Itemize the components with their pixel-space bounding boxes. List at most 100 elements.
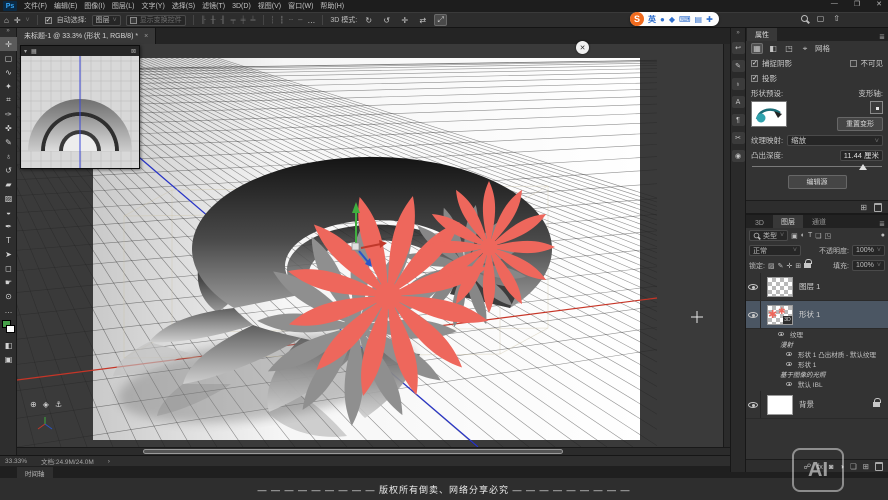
tab-layers[interactable]: 图层 [773, 215, 803, 228]
align-top-icon[interactable]: ╤ [231, 17, 236, 24]
lock-transparent-icon[interactable]: ▨ [768, 262, 775, 270]
blur-tool[interactable]: ◒ [0, 205, 17, 219]
visibility-eye-icon[interactable] [748, 402, 758, 408]
ime-mode-icon[interactable]: ● [660, 15, 665, 24]
link-layers-icon[interactable]: ☍ [803, 462, 811, 471]
history-brush-tool[interactable]: ↺ [0, 163, 17, 177]
snapshot-icon[interactable]: ✂ [732, 132, 745, 144]
toolbar-collapse-icon[interactable]: » [0, 28, 16, 37]
extrusion-depth-slider[interactable] [752, 163, 882, 171]
coordinates-icon[interactable]: ⌖ [799, 43, 811, 54]
panel-menu-icon[interactable]: ≣ [879, 33, 888, 41]
tab-close-icon[interactable]: × [144, 33, 148, 40]
distribute-gap-icon[interactable]: ┄ [289, 16, 293, 24]
align-right-icon[interactable]: ╢ [221, 17, 226, 24]
texture-item-row[interactable]: 形状 1 [746, 359, 888, 369]
visibility-eye-icon[interactable] [748, 284, 758, 290]
vertical-scrollbar[interactable] [723, 44, 730, 447]
visibility-eye-icon[interactable] [786, 352, 792, 356]
eraser-tool[interactable]: ▰ [0, 177, 17, 191]
align-bottom-icon[interactable]: ╧ [251, 17, 256, 24]
tab-properties[interactable]: 属性 [747, 28, 777, 41]
brush-settings-icon[interactable]: ✎ [732, 60, 745, 72]
deform-axis-widget[interactable] [870, 101, 883, 114]
transform-controls-checkbox[interactable] [130, 17, 137, 24]
align-center-icon[interactable]: ╫ [211, 17, 216, 24]
visibility-eye-icon[interactable] [748, 312, 758, 318]
clone-stamp-tool[interactable]: ♁ [0, 149, 17, 163]
canvas-viewport[interactable]: ▾ ▦ ⊠ [17, 44, 730, 455]
texture-item-row[interactable]: 形状 1 凸出材质 - 默认纹理 [746, 349, 888, 359]
adjustment-layer-icon[interactable]: ◑ [839, 462, 844, 471]
quick-selection-tool[interactable]: ✦ [0, 79, 17, 93]
visibility-eye-icon[interactable] [786, 382, 792, 386]
invisible-checkbox[interactable] [850, 60, 857, 67]
reset-deform-button[interactable]: 重置变形 [837, 117, 883, 131]
layer-thumbnail-3d[interactable]: ✱ ✱ 3D [767, 305, 793, 325]
opacity-dropdown[interactable]: 100%˅ [852, 245, 885, 256]
path-selection-tool[interactable]: ➤ [0, 247, 17, 261]
menu-3d[interactable]: 3D(D) [232, 3, 251, 10]
secondary-view-panel[interactable]: ▾ ▦ ⊠ [20, 45, 140, 169]
ime-toolbox-icon[interactable]: ✚ [706, 15, 713, 24]
3d-pan-icon[interactable]: ✛ [398, 14, 411, 26]
align-left-icon[interactable]: ╟ [201, 17, 206, 24]
search-icon[interactable] [801, 15, 808, 22]
hand-tool[interactable]: ☛ [0, 275, 17, 289]
character-panel-icon[interactable]: A [732, 96, 745, 108]
lock-position-icon[interactable]: ✛ [786, 262, 792, 270]
lock-pixels-icon[interactable]: ✎ [778, 262, 784, 270]
cap-icon[interactable]: ◳ [783, 43, 795, 54]
minimize-button[interactable]: — [831, 0, 838, 8]
tool-preset-caret-icon[interactable]: ˅ [26, 17, 30, 24]
screen-mode-button[interactable]: ▣ [0, 352, 17, 366]
menu-file[interactable]: 文件(F) [24, 1, 47, 11]
mesh-icon[interactable]: ▦ [751, 43, 763, 54]
crop-tool[interactable]: ⌗ [0, 93, 17, 107]
visibility-eye-icon[interactable] [786, 362, 792, 366]
move-tool-icon[interactable]: ✛ [14, 16, 21, 25]
tab-timeline[interactable]: 时间轴 [17, 467, 53, 478]
ime-skin-icon[interactable]: ▤ [695, 15, 703, 24]
layer-row[interactable]: 图层 1 [746, 273, 888, 301]
grid-toggle-icon[interactable]: ▦ [31, 48, 37, 55]
menu-view[interactable]: 视图(V) [258, 1, 281, 11]
menu-select[interactable]: 选择(S) [172, 1, 195, 11]
grid-view-icon[interactable]: ⊞ [860, 203, 867, 212]
overlay-close-icon[interactable]: ✕ [576, 41, 589, 54]
close-button[interactable]: ✕ [876, 0, 882, 8]
menu-image[interactable]: 图像(I) [84, 1, 105, 11]
ibl-item-row[interactable]: 默认 IBL [746, 379, 888, 389]
menu-window[interactable]: 窗口(W) [288, 1, 313, 11]
ime-keyboard-icon[interactable]: ⌨ [679, 15, 691, 24]
swap-view-icon[interactable]: ⊠ [131, 48, 136, 55]
auto-select-checkbox[interactable] [45, 17, 52, 24]
menu-help[interactable]: 帮助(H) [320, 1, 344, 11]
menu-edit[interactable]: 编辑(E) [54, 1, 77, 11]
distribute-space-icon[interactable]: ┉ [298, 16, 302, 24]
3d-scale-icon[interactable]: ⤢ [434, 14, 447, 26]
zoom-level[interactable]: 33.33% [5, 458, 27, 465]
color-swatches[interactable] [0, 320, 17, 338]
background-layer-row[interactable]: 背景 [746, 391, 888, 419]
background-thumbnail[interactable] [767, 395, 793, 415]
layer-effects-icon[interactable]: fx [817, 462, 823, 471]
menu-layer[interactable]: 图层(L) [112, 1, 135, 11]
visibility-eye-icon[interactable] [778, 332, 784, 336]
camera-controls[interactable]: ⊕ ◈ ⚓ [30, 400, 62, 409]
distribute-h-icon[interactable]: ┇ [280, 16, 284, 24]
sogou-logo[interactable]: S [630, 12, 644, 26]
healing-brush-tool[interactable]: ✜ [0, 121, 17, 135]
filter-smartobject-icon[interactable]: ◳ [825, 232, 832, 240]
3d-roll-icon[interactable]: ↺ [380, 14, 393, 26]
tab-channels[interactable]: 通道 [804, 215, 834, 228]
texture-mapping-dropdown[interactable]: 缩放 ˅ [787, 135, 883, 146]
lock-artboard-icon[interactable]: ⊞ [795, 262, 801, 270]
ime-lang[interactable]: 英 [648, 14, 656, 25]
restore-button[interactable]: ❐ [854, 0, 860, 8]
quick-mask-button[interactable]: ◧ [0, 338, 17, 352]
zoom-tool[interactable]: ⊙ [0, 289, 17, 303]
catch-shadows-checkbox[interactable] [751, 60, 758, 67]
3d-slide-icon[interactable]: ⇄ [416, 14, 429, 26]
show-transform-controls[interactable]: 显示变换控件 [126, 15, 186, 26]
